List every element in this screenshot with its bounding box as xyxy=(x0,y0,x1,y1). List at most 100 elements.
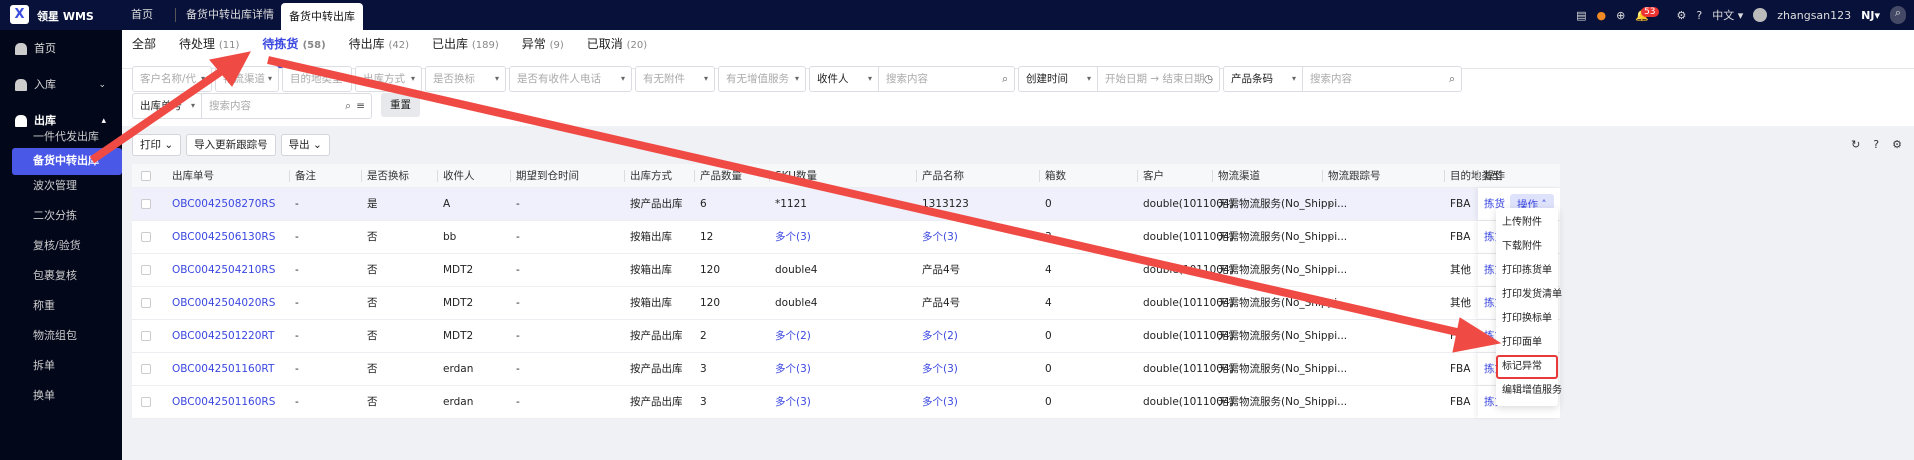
cell: - xyxy=(516,231,520,243)
tab-cancelled[interactable]: 已取消 (20) xyxy=(587,30,658,68)
tab-exception[interactable]: 异常 (9) xyxy=(522,30,575,68)
row-checkbox[interactable] xyxy=(141,232,151,242)
menu-item[interactable]: 打印换标单 xyxy=(1496,307,1558,331)
date-range-input[interactable]: 开始日期 → 结束日期 ◷ xyxy=(1098,66,1220,92)
tab-to-ship[interactable]: 待出库 (42) xyxy=(349,30,420,68)
channel-select[interactable]: 物流渠道 ▾ xyxy=(215,66,279,92)
sidebar-sub-item[interactable]: 波次管理 xyxy=(0,173,122,199)
cell[interactable]: 多个(3) xyxy=(922,221,958,254)
sidebar-item-home[interactable]: 首页 xyxy=(0,36,122,62)
cell[interactable]: OBC0042504020RS xyxy=(172,287,275,320)
print-icon[interactable]: ▤ xyxy=(1576,9,1586,22)
recipient-input[interactable]: 搜索内容 ⌕ xyxy=(879,66,1015,92)
menu-item[interactable]: 打印面单 xyxy=(1496,331,1558,355)
refresh-icon[interactable]: ↻ xyxy=(1851,138,1860,151)
search-icon: ⌕ xyxy=(1449,73,1455,85)
cell[interactable]: 多个(3) xyxy=(922,386,958,419)
row-checkbox[interactable] xyxy=(141,364,151,374)
tab-home[interactable]: 首页 xyxy=(131,0,153,30)
cell[interactable]: OBC0042501160RT xyxy=(172,353,274,386)
sidebar-sub-item[interactable]: 一件代发出库 xyxy=(0,124,122,150)
order-field-select[interactable]: 出库单号 ▾ xyxy=(132,93,202,119)
column-header: 物流渠道 xyxy=(1212,170,1260,182)
download-icon[interactable]: ⊕ xyxy=(1616,9,1625,22)
order-no-input[interactable]: 搜索内容 ⌕ ≡ xyxy=(202,93,372,119)
cell: - xyxy=(1328,264,1332,276)
sidebar-item-inbound[interactable]: 入库 ⌄ xyxy=(0,72,122,98)
cell[interactable]: 多个(3) xyxy=(775,386,811,419)
cell[interactable]: 多个(2) xyxy=(922,320,958,353)
cell: 3 xyxy=(1045,231,1052,243)
cell[interactable]: 多个(3) xyxy=(775,353,811,386)
sidebar-sub-item[interactable]: 换单 xyxy=(0,383,122,409)
tab-detail[interactable]: 备货中转出库详情 xyxy=(175,8,274,22)
phone-select[interactable]: 是否有收件人电话 ▾ xyxy=(509,66,632,92)
print-button[interactable]: 打印 ⌄ xyxy=(132,134,182,156)
time-field-select[interactable]: 创建时间 ▾ xyxy=(1018,66,1098,92)
batch-icon[interactable]: ≡ xyxy=(356,94,365,118)
robot-icon[interactable]: ● xyxy=(1597,9,1607,22)
sidebar-sub-item[interactable]: 复核/验货 xyxy=(0,233,122,259)
select-all-checkbox[interactable] xyxy=(141,171,151,181)
tab-shipped[interactable]: 已出库 (189) xyxy=(432,30,510,68)
cell[interactable]: OBC0042506130RS xyxy=(172,221,275,254)
dest-type-select[interactable]: 目的地类型 ▾ xyxy=(282,66,352,92)
column-header: 客户 xyxy=(1137,170,1164,182)
sidebar-sub-item-active[interactable]: 备货中转出库 xyxy=(12,148,122,175)
sidebar-sub-item[interactable]: 拆单 xyxy=(0,353,122,379)
menu-item[interactable]: 打印发货清单 xyxy=(1496,283,1562,307)
reset-button[interactable]: 重置 xyxy=(381,93,420,117)
menu-item[interactable]: 下载附件 xyxy=(1496,235,1558,259)
label: 创建时间 xyxy=(1026,73,1068,85)
cell[interactable]: 多个(3) xyxy=(922,353,958,386)
tab-current[interactable]: 备货中转出库 xyxy=(281,3,363,30)
cell[interactable]: OBC0042501160RS xyxy=(172,386,275,419)
warehouse-select[interactable]: NJ▾ xyxy=(1861,9,1880,22)
menu-item[interactable]: 标记异常 xyxy=(1496,355,1558,379)
menu-item[interactable]: 上传附件 xyxy=(1496,211,1558,235)
help-icon[interactable]: ? xyxy=(1696,9,1702,22)
menu-item[interactable]: 编辑增值服务 xyxy=(1496,379,1562,403)
method-select[interactable]: 出库方式 ▾ xyxy=(355,66,422,92)
row-checkbox[interactable] xyxy=(141,199,151,209)
cell[interactable]: OBC0042501220RT xyxy=(172,320,274,353)
chevron-down-icon: ▾ xyxy=(867,74,872,83)
sku-input[interactable]: 搜索内容 ⌕ xyxy=(1303,66,1462,92)
row-checkbox[interactable] xyxy=(141,298,151,308)
cell: - xyxy=(516,297,520,309)
export-button[interactable]: 导出 ⌄ xyxy=(280,134,330,156)
import-tracking-button[interactable]: 导入更新跟踪号 xyxy=(186,134,276,156)
customer-select[interactable]: 客户名称/代码▾ xyxy=(132,66,212,109)
vas-select[interactable]: 有无增值服务 ▾ xyxy=(718,66,806,92)
cell: erdan xyxy=(443,396,474,408)
sidebar-sub-item[interactable]: 物流组包 xyxy=(0,323,122,349)
cell[interactable]: OBC0042508270RS xyxy=(172,188,275,221)
settings-icon[interactable]: ⚙ xyxy=(1677,9,1687,22)
tab-all[interactable]: 全部 xyxy=(132,30,167,68)
sidebar-sub-item[interactable]: 二次分拣 xyxy=(0,203,122,229)
menu-item[interactable]: 打印拣货单 xyxy=(1496,259,1558,283)
cell[interactable]: 多个(3) xyxy=(775,221,811,254)
tab-to-pick[interactable]: 待拣货 (58) xyxy=(262,30,337,68)
search-icon[interactable]: ⌕ xyxy=(1890,6,1906,24)
row-checkbox[interactable] xyxy=(141,397,151,407)
row-checkbox[interactable] xyxy=(141,331,151,341)
avatar[interactable] xyxy=(1753,8,1768,22)
relabel-select[interactable]: 是否换标 ▾ xyxy=(425,66,506,92)
sku-field-select[interactable]: 产品条码 ▾ xyxy=(1223,66,1303,92)
recipient-field-select[interactable]: 收件人 ▾ xyxy=(809,66,879,92)
language-select[interactable]: 中文 ▾ xyxy=(1712,7,1743,23)
column-header[interactable]: 期望到仓时间 xyxy=(510,170,579,182)
sidebar-sub-item[interactable]: 称重 xyxy=(0,293,122,319)
sidebar-sub-item[interactable]: 包裹复核 xyxy=(0,263,122,289)
cell: 3 xyxy=(700,363,707,375)
user-name[interactable]: zhangsan123 xyxy=(1777,9,1851,22)
help-icon[interactable]: ? xyxy=(1873,138,1879,151)
cell[interactable]: OBC0042504210RS xyxy=(172,254,275,287)
row-checkbox[interactable] xyxy=(141,265,151,275)
tab-pending[interactable]: 待处理 (11) xyxy=(179,30,250,68)
cell[interactable]: 多个(2) xyxy=(775,320,811,353)
attachment-select[interactable]: 有无附件 ▾ xyxy=(635,66,715,92)
column-settings-icon[interactable]: ⚙ xyxy=(1892,138,1902,151)
bell-icon[interactable]: 🔔53 xyxy=(1635,6,1666,22)
